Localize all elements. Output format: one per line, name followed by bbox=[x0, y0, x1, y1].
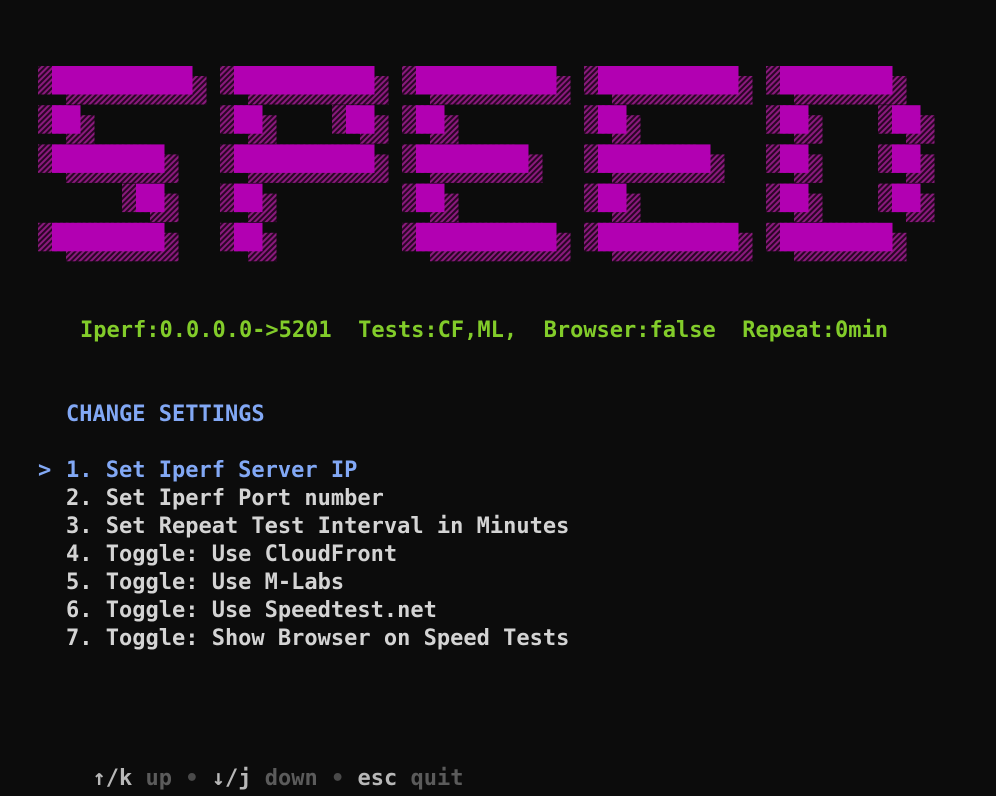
menu-item-label: 6. Toggle: Use Speedtest.net bbox=[66, 598, 437, 623]
menu-cursor: > bbox=[38, 458, 52, 483]
status-bar: Iperf:0.0.0.0->5201 Tests:CF,ML, Browser… bbox=[80, 318, 888, 343]
menu-item-label: 5. Toggle: Use M-Labs bbox=[66, 570, 345, 595]
help-key-quit: esc bbox=[357, 766, 398, 791]
help-separator: • bbox=[330, 766, 345, 791]
section-title: CHANGE SETTINGS bbox=[66, 402, 265, 427]
menu-item-label: 4. Toggle: Use CloudFront bbox=[66, 542, 398, 567]
menu-item-toggle-speedtest[interactable]: 6. Toggle: Use Speedtest.net bbox=[38, 597, 738, 625]
help-key-up: ↑/k bbox=[92, 766, 133, 791]
help-desc-down: down bbox=[264, 766, 318, 791]
menu-item-label: 2. Set Iperf Port number bbox=[66, 486, 384, 511]
menu-item-toggle-show-browser[interactable]: 7. Toggle: Show Browser on Speed Tests bbox=[38, 625, 738, 653]
menu-item-set-repeat-interval[interactable]: 3. Set Repeat Test Interval in Minutes bbox=[38, 513, 738, 541]
menu-item-toggle-cloudfront[interactable]: 4. Toggle: Use CloudFront bbox=[38, 541, 738, 569]
menu-item-toggle-mlabs[interactable]: 5. Toggle: Use M-Labs bbox=[38, 569, 738, 597]
menu-item-label: 3. Set Repeat Test Interval in Minutes bbox=[66, 514, 570, 539]
settings-menu: > 1. Set Iperf Server IP 2. Set Iperf Po… bbox=[38, 457, 738, 653]
speed-banner bbox=[0, 0, 996, 280]
menu-item-label: 7. Toggle: Show Browser on Speed Tests bbox=[66, 626, 570, 651]
menu-item-set-iperf-port[interactable]: 2. Set Iperf Port number bbox=[38, 485, 738, 513]
help-key-down: ↓/j bbox=[211, 766, 252, 791]
help-bar: ↑/k up • ↓/j down • esc quit bbox=[66, 737, 464, 793]
menu-item-label: 1. Set Iperf Server IP bbox=[66, 458, 358, 483]
help-separator: • bbox=[185, 766, 199, 791]
banner-letters bbox=[52, 66, 921, 252]
menu-item-set-iperf-server-ip[interactable]: > 1. Set Iperf Server IP bbox=[38, 457, 738, 485]
help-desc-quit: quit bbox=[410, 766, 464, 791]
speed-banner-art bbox=[38, 66, 935, 262]
help-desc-up: up bbox=[145, 766, 173, 791]
